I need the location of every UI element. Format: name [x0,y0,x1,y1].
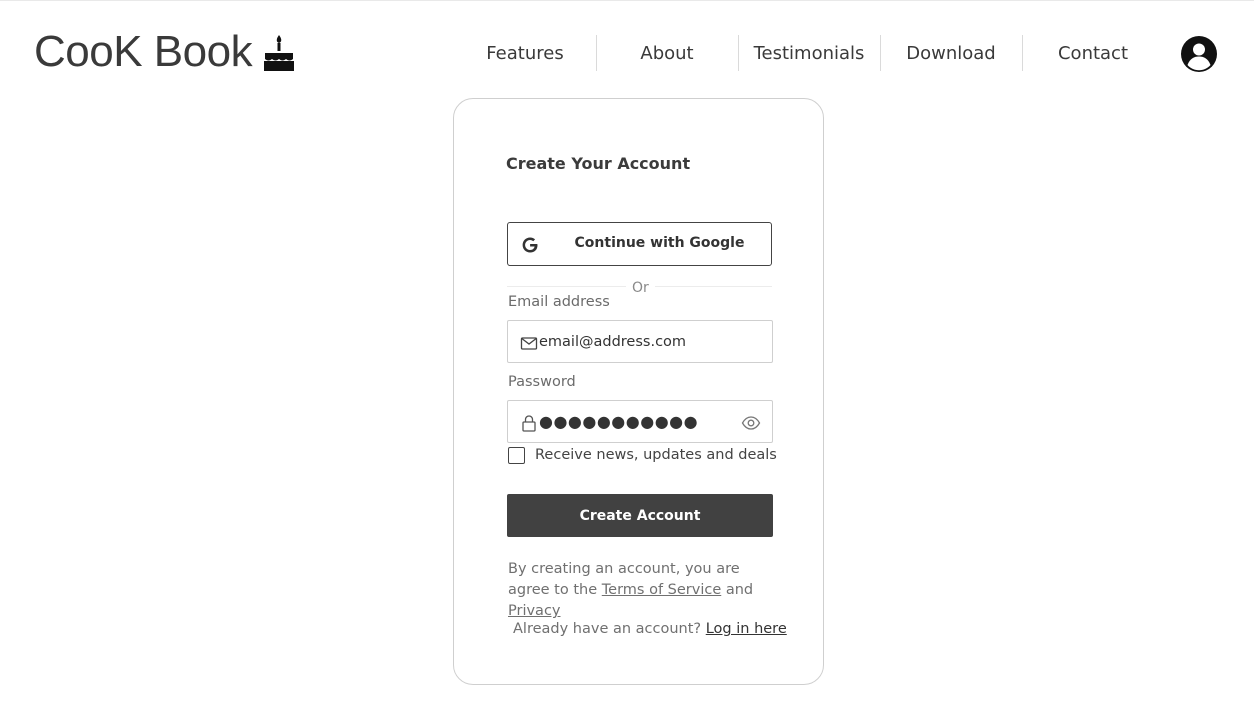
terms-of-service-link[interactable]: Terms of Service [602,582,721,598]
logo-text: CooK Book [34,27,253,76]
user-circle-icon[interactable] [1180,35,1218,73]
privacy-link[interactable]: Privacy [508,603,561,619]
terms-conjunction: and [725,582,754,598]
newsletter-checkbox[interactable] [508,446,525,464]
nav-download[interactable]: Download [880,34,1022,72]
email-input[interactable] [539,321,764,362]
google-icon [522,237,538,253]
google-button-label: Continue with Google [574,235,745,251]
email-label: Email address [508,294,610,310]
signup-card: Create Your Account Continue with Google… [453,98,824,685]
nav-features[interactable]: Features [454,34,596,72]
login-prompt: Already have an account? Log in here [513,621,787,637]
nav-contact[interactable]: Contact [1022,34,1164,72]
logo[interactable]: CooK Book [34,28,296,76]
nav-testimonials[interactable]: Testimonials [738,34,880,72]
password-label: Password [508,374,576,390]
lock-icon [522,415,536,432]
continue-with-google-button[interactable]: Continue with Google [507,222,772,266]
password-field[interactable] [507,400,773,443]
login-prompt-text: Already have an account? [513,621,702,637]
eye-icon[interactable] [741,413,761,433]
newsletter-option: Receive news, updates and deals [508,445,777,465]
card-title: Create Your Account [506,154,691,173]
birthday-cake-icon [264,35,295,71]
newsletter-label[interactable]: Receive news, updates and deals [535,447,777,463]
terms-text: By creating an account, you are agree to… [508,559,778,622]
email-field[interactable] [507,320,773,363]
envelope-icon [520,337,538,350]
nav-about[interactable]: About [596,34,738,72]
create-account-button[interactable]: Create Account [507,494,773,537]
log-in-link[interactable]: Log in here [706,621,787,637]
top-border [0,0,1254,1]
divider-text: Or [626,280,655,296]
main-nav: Features About Testimonials Download Con… [454,34,1164,72]
password-input[interactable] [539,401,729,442]
